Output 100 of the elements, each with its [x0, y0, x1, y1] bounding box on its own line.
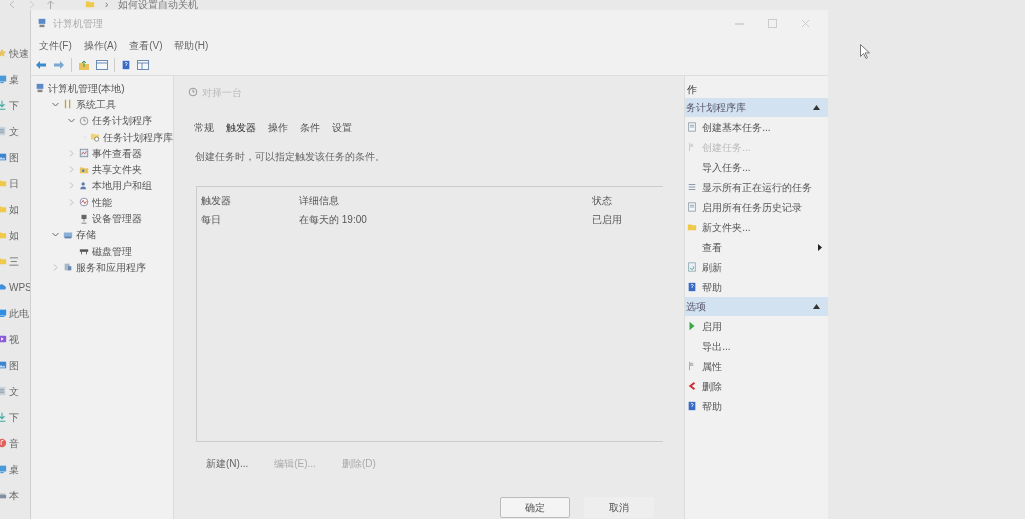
action-item[interactable]: 帮助	[702, 398, 723, 414]
tab[interactable]: 操作	[262, 118, 294, 137]
folder-icon[interactable]	[0, 256, 7, 266]
sidebar-item[interactable]: 此电	[9, 305, 29, 321]
tree-item[interactable]: 存储	[76, 227, 96, 243]
action-item[interactable]: 查看	[702, 239, 723, 255]
collapse-arrow-icon[interactable]	[813, 304, 820, 309]
sidebar-item[interactable]: 快速	[9, 45, 29, 61]
table-cell-text: 在每天的 19:00	[299, 213, 368, 227]
tree-item[interactable]: 计算机管理(本地)	[48, 80, 125, 96]
sidebar-item[interactable]: 桌	[9, 71, 19, 87]
action-item[interactable]: 属性	[702, 358, 723, 374]
sidebar-item[interactable]: 图	[9, 357, 19, 373]
action-item[interactable]: 新文件夹...	[702, 219, 751, 235]
window-icon[interactable]	[96, 58, 108, 71]
menu-item[interactable]: 帮助(H)	[168, 37, 215, 53]
action-item[interactable]: 帮助	[702, 279, 723, 295]
chevron-right-icon[interactable]	[67, 197, 76, 207]
forward-arrow-icon[interactable]	[53, 59, 65, 70]
document-icon[interactable]	[0, 386, 7, 396]
folder-up-icon[interactable]	[78, 58, 90, 71]
sidebar-item[interactable]: 文	[9, 123, 19, 139]
column-header[interactable]: 状态	[592, 193, 660, 208]
section-header[interactable]: 务计划程序库	[685, 98, 828, 117]
document-icon[interactable]	[0, 126, 7, 136]
tree-item[interactable]: 任务计划程序	[92, 113, 152, 129]
chevron-right-icon[interactable]	[51, 262, 60, 272]
help-icon[interactable]	[121, 59, 131, 70]
tree-item[interactable]: 本地用户和组	[92, 178, 152, 194]
action-item[interactable]: 导入任务...	[702, 159, 751, 175]
picture-icon[interactable]	[0, 152, 7, 162]
computer-icon	[37, 18, 47, 28]
up-arrow-icon[interactable]	[46, 0, 55, 9]
action-item[interactable]: 删除	[702, 378, 723, 394]
back-arrow-icon[interactable]	[35, 59, 47, 70]
column-header[interactable]: 详细信息	[299, 193, 592, 208]
sidebar-item[interactable]: 本	[9, 487, 19, 503]
tree-item[interactable]: 磁盘管理	[92, 243, 132, 259]
action-item[interactable]: 显示所有正在运行的任务	[702, 179, 813, 195]
download-icon[interactable]	[0, 100, 7, 110]
folder-icon[interactable]	[0, 230, 7, 240]
panel-icon[interactable]	[137, 58, 149, 71]
monitor-icon[interactable]	[0, 308, 7, 318]
section-header[interactable]: 选项	[685, 297, 828, 316]
column-header[interactable]: 触发器	[201, 193, 299, 208]
sidebar-item[interactable]: 如	[9, 201, 19, 217]
sidebar-item[interactable]: 视	[9, 331, 19, 347]
menu-item[interactable]: 查看(V)	[123, 37, 169, 53]
cloud-icon[interactable]	[0, 282, 7, 292]
tab[interactable]: 设置	[326, 118, 358, 137]
chevron-right-icon[interactable]	[67, 165, 76, 175]
tree-item[interactable]: 服务和应用程序	[76, 259, 146, 275]
sidebar-item[interactable]: 文	[9, 383, 19, 399]
chevron-right-icon[interactable]	[67, 181, 76, 191]
sidebar-item[interactable]: 音	[9, 435, 19, 451]
folder-clock-icon	[90, 132, 100, 143]
music-icon[interactable]	[0, 438, 7, 448]
menu-item[interactable]: 操作(A)	[77, 37, 124, 53]
folder-icon[interactable]	[0, 204, 7, 214]
disk-icon	[79, 246, 89, 257]
action-item[interactable]: 启用	[702, 318, 723, 334]
maximize-icon[interactable]	[768, 18, 777, 28]
download-icon[interactable]	[0, 412, 7, 422]
sidebar-item[interactable]: 图	[9, 149, 19, 165]
tab[interactable]: 触发器	[220, 118, 262, 137]
tab[interactable]: 常规	[188, 118, 220, 137]
monitor-icon[interactable]	[0, 464, 7, 474]
action-item[interactable]: 导出...	[702, 338, 731, 354]
tab[interactable]: 条件	[294, 118, 326, 137]
back-icon[interactable]	[8, 0, 17, 9]
action-item[interactable]: 刷新	[702, 259, 723, 275]
tree-item[interactable]: 共享文件夹	[92, 162, 142, 178]
action-button[interactable]: 新建(N)...	[206, 454, 249, 473]
menu-item[interactable]: 文件(F)	[33, 37, 78, 53]
collapse-arrow-icon[interactable]	[813, 105, 820, 110]
video-icon[interactable]	[0, 334, 7, 344]
tree-item[interactable]: 性能	[92, 194, 112, 210]
submenu-arrow-icon[interactable]	[818, 243, 822, 251]
monitor-icon[interactable]	[0, 74, 7, 84]
action-item[interactable]: 启用所有任务历史记录	[702, 199, 803, 215]
folder-icon[interactable]	[0, 178, 7, 188]
forward-icon[interactable]	[27, 0, 36, 9]
tree-item[interactable]: 系统工具	[76, 96, 116, 112]
sidebar-item[interactable]: 如	[9, 227, 19, 243]
gauge-icon	[79, 197, 89, 208]
tree-item[interactable]: 任务计划程序库	[103, 129, 173, 145]
tree-item[interactable]: 设备管理器	[92, 211, 142, 226]
tree-item[interactable]: 事件查看器	[92, 145, 142, 161]
star-icon[interactable]	[0, 48, 7, 58]
picture-icon[interactable]	[0, 360, 7, 370]
cancel-button[interactable]: 取消	[584, 497, 655, 518]
action-item[interactable]: 创建基本任务...	[702, 119, 771, 135]
close-icon[interactable]	[801, 18, 810, 28]
chevron-right-icon[interactable]	[67, 148, 76, 158]
ok-button[interactable]: 确定	[500, 497, 571, 518]
sidebar-item[interactable]: 三	[9, 253, 19, 269]
sidebar-item[interactable]: 下	[9, 97, 19, 113]
sidebar-item[interactable]: 日	[9, 175, 19, 191]
sidebar-item[interactable]: 桌	[9, 461, 19, 477]
sidebar-item[interactable]: 下	[9, 409, 19, 425]
